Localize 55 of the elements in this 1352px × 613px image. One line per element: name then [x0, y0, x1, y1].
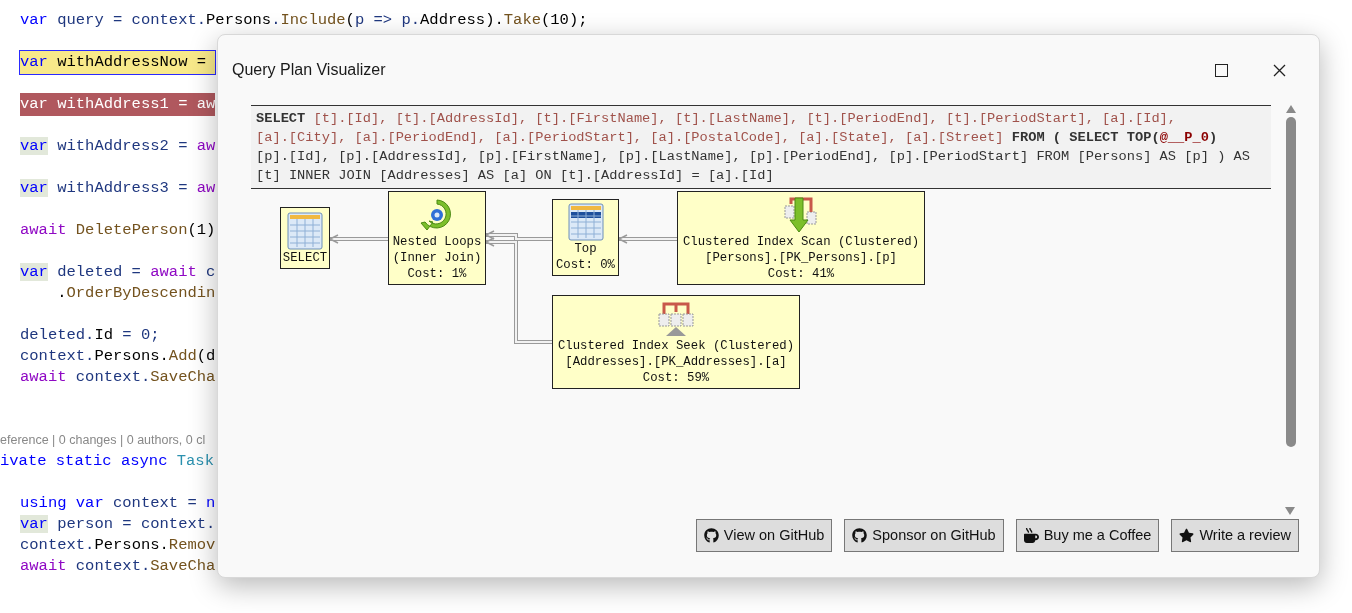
- plan-node[interactable]: SELECT: [280, 207, 330, 269]
- maximize-icon: [1214, 63, 1228, 77]
- node-label: Clustered Index Seek (Clustered): [557, 338, 795, 354]
- code-line: context.Persons.Add(d: [20, 345, 216, 367]
- node-label: Clustered Index Scan (Clustered): [682, 234, 920, 250]
- code-line: var withAddress2 = aw: [20, 135, 216, 157]
- link-button[interactable]: Write a review: [1171, 519, 1299, 552]
- node-label: Nested Loops: [392, 234, 482, 250]
- link-button[interactable]: View on GitHub: [695, 519, 833, 552]
- coffee-cup-icon: [1023, 528, 1039, 543]
- code-line: var query = context.Persons.Include(p => p.Address).Take(10);: [20, 9, 588, 31]
- node-label: (Inner Join): [392, 250, 482, 266]
- code-line: context.Persons.Remov: [20, 534, 216, 556]
- window-title: Query Plan Visualizer: [232, 60, 387, 80]
- code-line: .OrderByDescendin: [56, 282, 216, 304]
- connector-arrow: [617, 234, 678, 244]
- table-icon: [287, 212, 323, 250]
- scroll-up-icon[interactable]: [1286, 105, 1296, 113]
- code-line: await context.SaveCha: [20, 555, 216, 577]
- plan-node[interactable]: Top Cost: 0%: [552, 199, 619, 276]
- code-line: var withAddress3 = aw: [20, 177, 216, 199]
- node-label: Cost: 0%: [555, 257, 615, 273]
- github-icon: [703, 528, 719, 543]
- plan-node[interactable]: Clustered Index Seek (Clustered) [Addresses].[PK_Addresses].[a] Cost: 59%: [552, 295, 800, 389]
- link-button[interactable]: Sponsor on GitHub: [844, 519, 1004, 552]
- connector-arrow: [328, 234, 389, 244]
- code-line: var person = context.: [20, 513, 216, 535]
- node-label: Top: [574, 241, 597, 257]
- scrollbar-thumb[interactable]: [1286, 117, 1296, 447]
- node-label: [Addresses].[PK_Addresses].[a]: [565, 354, 787, 370]
- table-icon: [567, 203, 604, 241]
- node-label: Cost: 41%: [767, 266, 835, 282]
- code-line: deleted.Id = 0;: [20, 324, 160, 346]
- star-icon: [1179, 528, 1195, 543]
- node-label: Cost: 1%: [407, 266, 467, 282]
- link-button[interactable]: Buy me a Coffee: [1015, 519, 1160, 552]
- github-icon: [852, 528, 868, 543]
- code-line: ivate static async Task: [0, 450, 214, 472]
- index-seek-icon: [658, 300, 694, 338]
- node-label: [Persons].[PK_Persons].[p]: [705, 250, 897, 266]
- breakpoint-line-highlight: var withAddress1 = aw: [20, 92, 216, 117]
- node-label: Cost: 59%: [642, 370, 710, 386]
- code-line: var deleted = await c: [20, 261, 216, 283]
- plan-node[interactable]: Clustered Index Scan (Clustered) [Persons].[PK_Persons].[p] Cost: 41%: [677, 191, 925, 285]
- code-line: await DeletePerson(1): [20, 219, 216, 241]
- close-icon: [1272, 63, 1286, 77]
- current-line-highlight: var withAddressNow =: [20, 50, 216, 75]
- code-line: await context.SaveCha: [20, 366, 216, 388]
- index-scan-icon: [783, 196, 819, 234]
- codelens-text[interactable]: eference | 0 changes | 0 authors, 0 cl: [0, 431, 206, 450]
- node-label: SELECT: [282, 250, 328, 266]
- sql-query-text: SELECT [t].[Id], [t].[AddressId], [t].[FirstName], [t].[LastName], [t].[PeriodEnd], [t].[PeriodStart], [a].[Id], [a].[City], [a].[PeriodEnd], [a].[PeriodStart], [a].[PostalCode], [a].[State], [a].[Street] FROM ( SELECT TOP(@__P_0) [p].[Id], [p].[AddressId], [p].[FirstName], [p].[LastName], [p].[PeriodEnd], [p].[PeriodStart] FROM [Persons] AS [p] ) AS [t] INNER JOIN [Addresses] AS [a] ON [t].[AddressId] = [a].[Id]: [256, 110, 1251, 185]
- scroll-down-icon[interactable]: [1285, 507, 1295, 515]
- plan-node[interactable]: Nested Loops (Inner Join) Cost: 1%: [388, 191, 486, 285]
- code-line: using var context = n: [20, 492, 216, 514]
